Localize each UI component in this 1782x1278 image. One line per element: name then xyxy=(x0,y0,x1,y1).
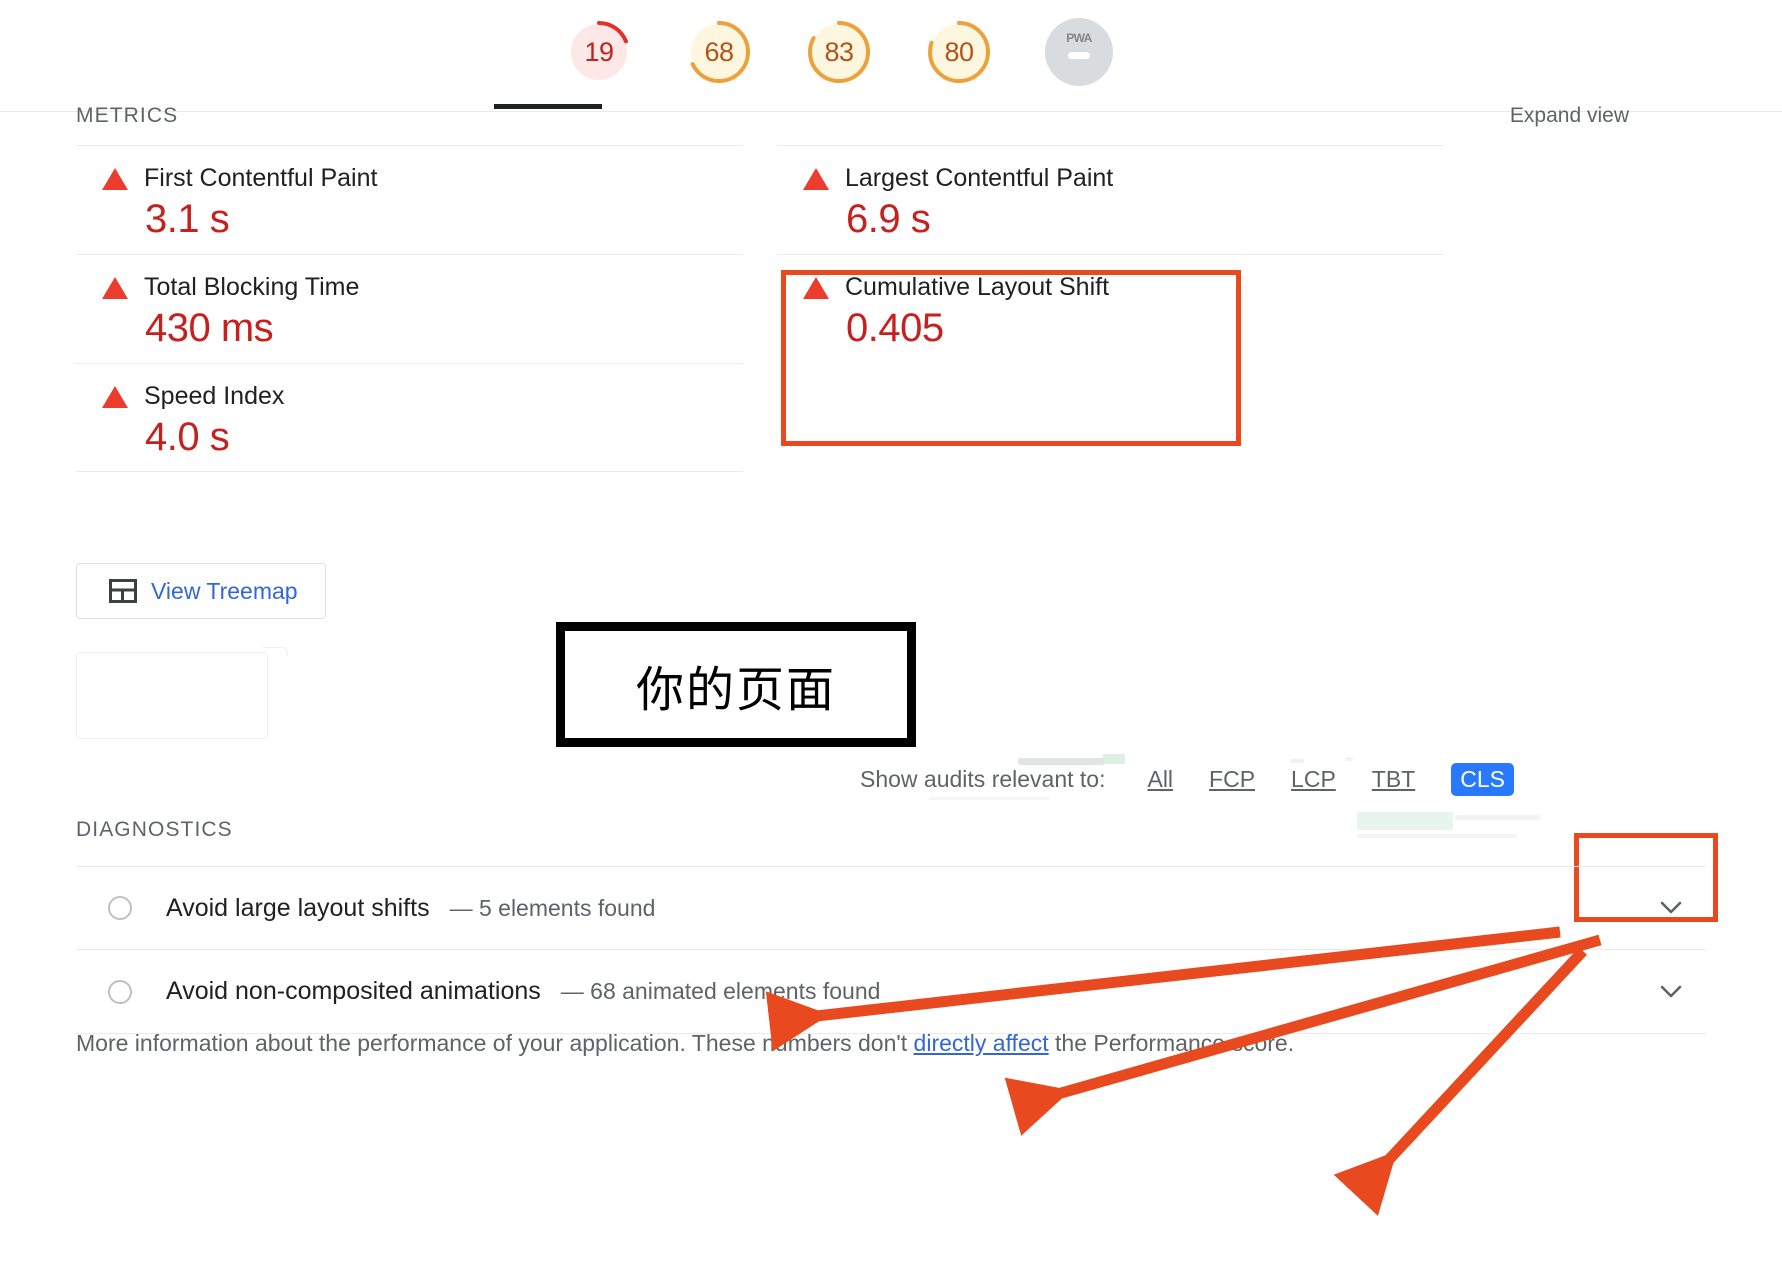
metric-value: 3.1 s xyxy=(145,197,230,241)
metrics-right-column: Largest Contentful Paint 6.9 s Cumulativ… xyxy=(777,145,1444,472)
score-gauges-bar: 19 68 83 80 PWA xyxy=(0,0,1782,112)
audit-filter-label: Show audits relevant to: xyxy=(860,766,1106,792)
metric-speed-index[interactable]: Speed Index 4.0 s xyxy=(76,363,743,472)
diagnostic-title: Avoid large layout shifts xyxy=(166,893,430,922)
page-screenshot-smudge xyxy=(1357,834,1517,838)
fail-triangle-icon xyxy=(803,167,829,190)
metrics-section-label: METRICS xyxy=(76,104,179,127)
audit-filter-fcp[interactable]: FCP xyxy=(1209,766,1255,793)
metric-title: Speed Index xyxy=(144,382,285,410)
page-screenshot-smudge xyxy=(1455,815,1540,820)
metric-title: First Contentful Paint xyxy=(144,164,378,192)
audit-filter-tbt[interactable]: TBT xyxy=(1372,766,1415,793)
view-treemap-label: View Treemap xyxy=(151,577,298,604)
page-screenshot-smudge xyxy=(1357,812,1453,830)
page-screenshot-smudge xyxy=(1345,757,1353,761)
active-tab-indicator xyxy=(494,104,602,109)
metric-value: 6.9 s xyxy=(846,197,931,241)
fail-triangle-icon xyxy=(102,167,128,190)
diagnostics-list: Avoid large layout shifts — 5 elements f… xyxy=(76,866,1706,1034)
expand-view-button[interactable]: Expand view xyxy=(1510,104,1629,128)
audit-filter-row: Show audits relevant to: All FCP LCP TBT… xyxy=(860,763,1526,796)
audit-status-circle-icon xyxy=(108,979,132,1004)
audit-filter-lcp[interactable]: LCP xyxy=(1291,766,1336,793)
metric-cumulative-layout-shift[interactable]: Cumulative Layout Shift 0.405 xyxy=(777,254,1444,363)
gauge-accessibility[interactable]: 68 xyxy=(685,18,753,86)
treemap-icon xyxy=(109,579,137,603)
diagnostics-footer-note: More information about the performance o… xyxy=(76,1030,1294,1057)
directly-affect-link[interactable]: directly affect xyxy=(914,1030,1049,1056)
pwa-dash-icon xyxy=(1068,52,1090,59)
chevron-down-icon[interactable] xyxy=(1660,901,1682,915)
filmstrip-tab-corner xyxy=(263,647,288,656)
diagnostic-detail: — 5 elements found xyxy=(449,894,656,921)
fail-triangle-icon xyxy=(102,385,128,408)
filmstrip-placeholder xyxy=(76,652,268,739)
footer-note-pre: More information about the performance o… xyxy=(76,1030,914,1056)
score-gauges-row: 19 68 83 80 PWA xyxy=(565,18,1113,86)
metric-title: Total Blocking Time xyxy=(144,273,360,301)
annotation-callout-your-page: 你的页面 xyxy=(556,622,916,747)
fail-triangle-icon xyxy=(102,276,128,299)
fail-triangle-icon xyxy=(803,276,829,299)
gauge-score-seo: 80 xyxy=(944,36,974,67)
annotation-callout-text: 你的页面 xyxy=(635,661,836,718)
view-treemap-button[interactable]: View Treemap xyxy=(76,563,326,619)
gauge-best-practices[interactable]: 83 xyxy=(805,18,873,86)
metric-first-contentful-paint[interactable]: First Contentful Paint 3.1 s xyxy=(76,145,743,254)
gauge-seo[interactable]: 80 xyxy=(925,18,993,86)
gauge-score-best-practices: 83 xyxy=(824,36,854,67)
audit-status-circle-icon xyxy=(108,896,132,920)
metrics-left-column: First Contentful Paint 3.1 s Total Block… xyxy=(76,145,743,472)
diagnostics-section-label: DIAGNOSTICS xyxy=(76,818,233,841)
metric-title: Cumulative Layout Shift xyxy=(845,273,1110,301)
diagnostic-row-avoid-non-composited-animations[interactable]: Avoid non-composited animations — 68 ani… xyxy=(76,950,1706,1034)
pwa-label: PWA xyxy=(1066,31,1092,45)
metrics-grid: First Contentful Paint 3.1 s Total Block… xyxy=(76,145,1444,472)
metric-value: 430 ms xyxy=(145,306,274,350)
page-screenshot-smudge xyxy=(930,797,1050,800)
metric-value: 0.405 xyxy=(846,306,944,350)
gauge-pwa[interactable]: PWA xyxy=(1045,18,1113,86)
gauge-performance[interactable]: 19 xyxy=(565,18,633,86)
gauge-score-performance: 19 xyxy=(584,36,614,67)
audit-filter-all[interactable]: All xyxy=(1147,766,1173,793)
diagnostic-detail: — 68 animated elements found xyxy=(560,978,881,1004)
metric-value: 4.0 s xyxy=(145,415,230,459)
metric-largest-contentful-paint[interactable]: Largest Contentful Paint 6.9 s xyxy=(777,145,1444,254)
chevron-down-icon[interactable] xyxy=(1660,985,1682,999)
gauge-score-accessibility: 68 xyxy=(704,36,734,67)
metric-total-blocking-time[interactable]: Total Blocking Time 430 ms xyxy=(76,254,743,363)
metric-title: Largest Contentful Paint xyxy=(845,164,1114,192)
diagnostic-row-avoid-large-layout-shifts[interactable]: Avoid large layout shifts — 5 elements f… xyxy=(76,866,1706,950)
audit-filter-cls[interactable]: CLS xyxy=(1451,763,1514,796)
diagnostic-title: Avoid non-composited animations xyxy=(166,977,541,1005)
footer-note-post: the Performance score. xyxy=(1048,1030,1295,1056)
